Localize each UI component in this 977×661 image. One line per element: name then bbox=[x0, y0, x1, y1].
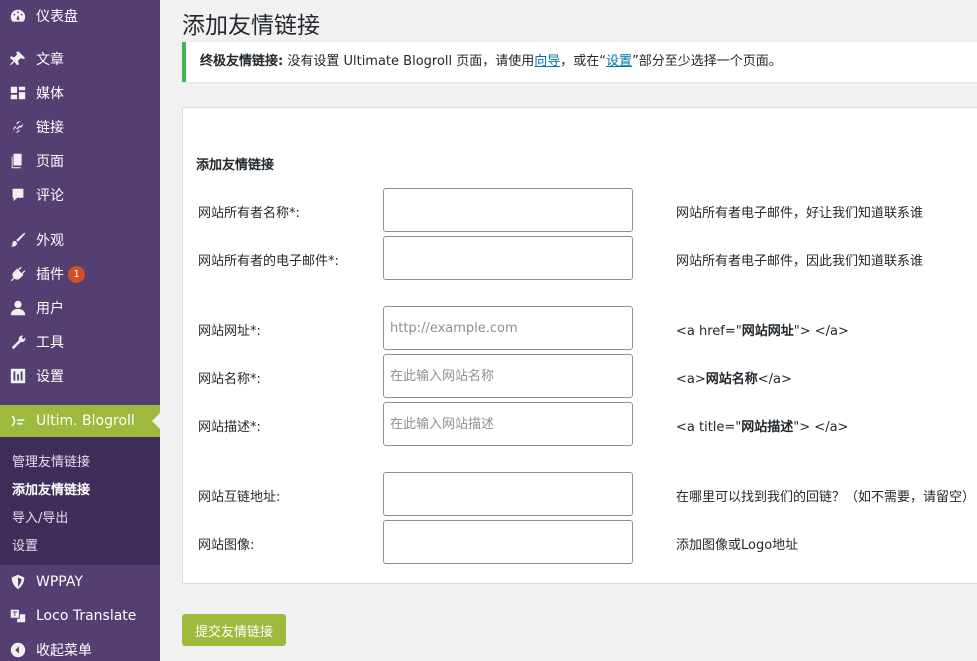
link-icon bbox=[0, 118, 36, 136]
notice-text: ”部分至少选择一个页面。 bbox=[632, 54, 782, 69]
menu-loco-translate[interactable]: Loco Translate bbox=[0, 600, 160, 632]
notice-text: ，或在“ bbox=[560, 54, 607, 69]
submenu-import-export[interactable]: 导入/导出 bbox=[12, 507, 68, 526]
site-desc-hint: <a title="网站描述"> </a> bbox=[676, 416, 848, 435]
menu-label: 链接 bbox=[36, 120, 64, 136]
owner-email-input[interactable] bbox=[383, 236, 633, 280]
menu-pages[interactable]: 页面 bbox=[0, 145, 160, 177]
menu-label: 设置 bbox=[36, 369, 64, 385]
site-desc-input[interactable] bbox=[383, 402, 633, 446]
hint-bold: 网站描述 bbox=[741, 420, 794, 435]
plugin-icon bbox=[0, 265, 36, 283]
owner-email-label: 网站所有者的电子邮件*: bbox=[198, 254, 339, 269]
site-image-input[interactable] bbox=[383, 520, 633, 564]
brush-icon bbox=[0, 231, 36, 249]
site-url-hint: <a href="网站网址"> </a> bbox=[676, 320, 849, 339]
menu-dashboard[interactable]: 仪表盘 bbox=[0, 0, 160, 32]
menu-media[interactable]: 媒体 bbox=[0, 77, 160, 109]
menu-settings[interactable]: 设置 bbox=[0, 360, 160, 392]
submenu-settings[interactable]: 设置 bbox=[12, 535, 38, 554]
dashboard-icon bbox=[0, 7, 36, 25]
notice-banner: 终极友情链接: 没有设置 Ultimate Blogroll 页面，请使用向导，… bbox=[182, 42, 977, 82]
menu-collapse[interactable]: 收起菜单 bbox=[0, 634, 160, 661]
submenu-add-link[interactable]: 添加友情链接 bbox=[12, 479, 90, 498]
owner-name-input[interactable] bbox=[383, 188, 633, 232]
form-heading: 添加友情链接 bbox=[196, 158, 275, 173]
menu-label: 媒体 bbox=[36, 86, 64, 102]
site-desc-label: 网站描述*: bbox=[198, 420, 261, 435]
hint-code: </a> bbox=[757, 372, 792, 387]
submenu-manage-links[interactable]: 管理友情链接 bbox=[12, 451, 90, 470]
wizard-link[interactable]: 向导 bbox=[534, 54, 560, 69]
menu-wppay[interactable]: WPPAY bbox=[0, 566, 160, 598]
settings-icon bbox=[0, 367, 36, 385]
menu-posts[interactable]: 文章 bbox=[0, 43, 160, 75]
menu-label: Loco Translate bbox=[36, 608, 137, 624]
reciprocal-url-input[interactable] bbox=[383, 472, 633, 516]
menu-label: 文章 bbox=[36, 52, 64, 68]
page-title: 添加友情链接 bbox=[182, 13, 320, 39]
update-count-badge: 1 bbox=[68, 265, 85, 283]
hint-code: <a title=" bbox=[676, 420, 742, 435]
owner-name-hint: 网站所有者电子邮件，好让我们知道联系谁 bbox=[676, 206, 924, 221]
blogroll-icon bbox=[0, 412, 36, 430]
menu-label: WPPAY bbox=[36, 574, 83, 590]
admin-sidebar: 仪表盘 文章 媒体 链接 页面 评论 外观 插件 1 用户 工具 设置 Ulti… bbox=[0, 0, 160, 661]
owner-email-hint: 网站所有者电子邮件，因此我们知道联系谁 bbox=[676, 254, 924, 269]
hint-bold: 网站名称 bbox=[705, 372, 758, 387]
menu-label: 插件 bbox=[36, 267, 64, 283]
site-name-label: 网站名称*: bbox=[198, 372, 261, 387]
collapse-icon bbox=[0, 641, 36, 659]
translate-icon bbox=[0, 607, 36, 625]
site-image-hint: 添加图像或Logo地址 bbox=[676, 538, 799, 553]
menu-appearance[interactable]: 外观 bbox=[0, 224, 160, 256]
site-url-input[interactable] bbox=[383, 306, 633, 350]
menu-tools[interactable]: 工具 bbox=[0, 326, 160, 358]
blogroll-submenu: 管理友情链接 添加友情链接 导入/导出 设置 bbox=[0, 437, 160, 565]
pin-icon bbox=[0, 50, 36, 68]
comment-icon bbox=[0, 186, 36, 204]
page-icon bbox=[0, 152, 36, 170]
menu-users[interactable]: 用户 bbox=[0, 292, 160, 324]
menu-label: 仪表盘 bbox=[36, 9, 78, 25]
notice-text: 没有设置 Ultimate Blogroll 页面，请使用 bbox=[283, 54, 535, 69]
site-image-label: 网站图像: bbox=[198, 538, 255, 553]
menu-label: 评论 bbox=[36, 188, 64, 204]
menu-label: 页面 bbox=[36, 154, 64, 170]
reciprocal-url-hint: 在哪里可以找到我们的回链？（如不需要，请留空） bbox=[676, 490, 976, 505]
reciprocal-url-label: 网站互链地址: bbox=[198, 490, 281, 505]
menu-comments[interactable]: 评论 bbox=[0, 179, 160, 211]
hint-code: "> </a> bbox=[793, 324, 849, 339]
site-url-label: 网站网址*: bbox=[198, 324, 261, 339]
site-name-input[interactable] bbox=[383, 354, 633, 398]
menu-label: 用户 bbox=[36, 301, 64, 317]
hint-code: "> </a> bbox=[793, 420, 849, 435]
menu-label: Ultim. Blogroll bbox=[36, 413, 135, 429]
submit-link-button[interactable]: 提交友情链接 bbox=[182, 614, 286, 646]
shield-icon bbox=[0, 573, 36, 591]
menu-label: 工具 bbox=[36, 335, 64, 351]
hint-code: <a> bbox=[676, 372, 706, 387]
menu-label: 收起菜单 bbox=[36, 643, 92, 659]
hint-code: <a href=" bbox=[676, 324, 742, 339]
site-name-hint: <a>网站名称</a> bbox=[676, 368, 792, 387]
owner-name-label: 网站所有者名称*: bbox=[198, 206, 300, 221]
settings-link[interactable]: 设置 bbox=[606, 54, 632, 69]
hint-bold: 网站网址 bbox=[741, 324, 794, 339]
menu-ultim-blogroll[interactable]: Ultim. Blogroll bbox=[0, 405, 160, 437]
media-icon bbox=[0, 84, 36, 102]
menu-links[interactable]: 链接 bbox=[0, 111, 160, 143]
notice-strong: 终极友情链接: bbox=[200, 54, 284, 69]
wrench-icon bbox=[0, 333, 36, 351]
user-icon bbox=[0, 299, 36, 317]
menu-plugins[interactable]: 插件 1 bbox=[0, 258, 160, 290]
menu-label: 外观 bbox=[36, 233, 64, 249]
